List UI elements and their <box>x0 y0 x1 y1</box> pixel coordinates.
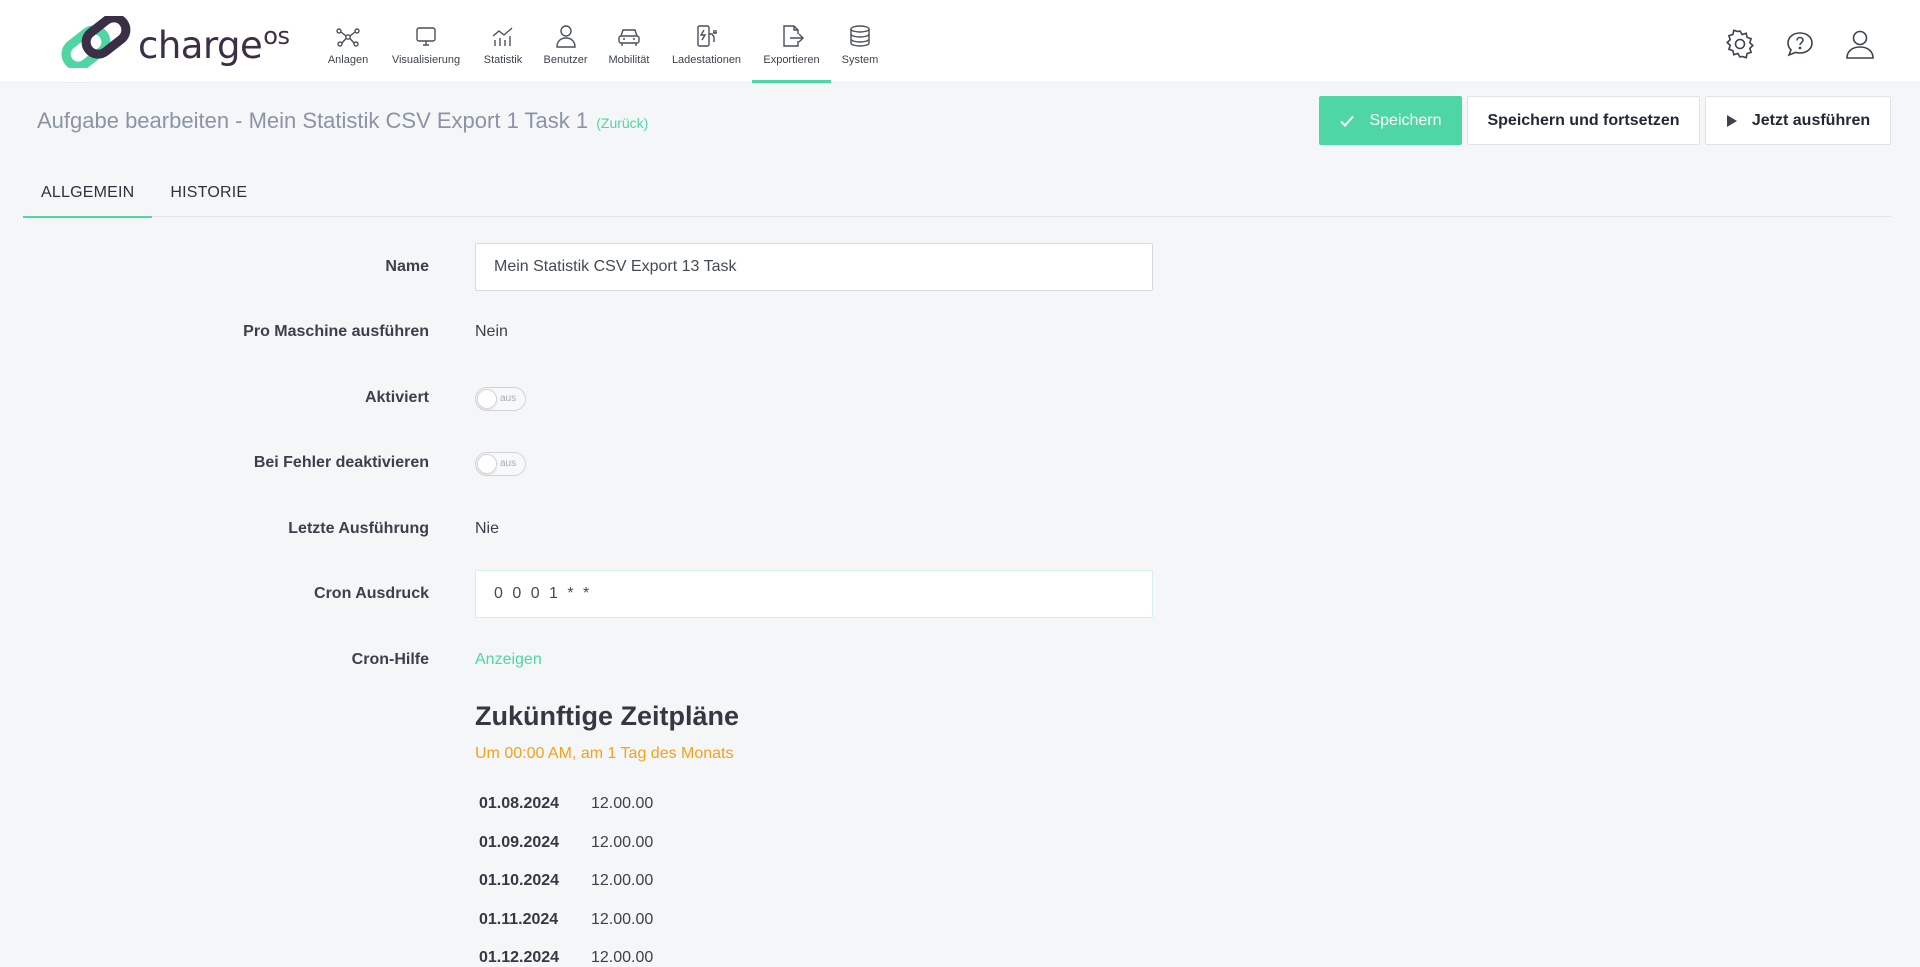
tab-label: HISTORIE <box>170 183 248 201</box>
schedule-time: 12.00.00 <box>591 910 654 928</box>
nav-label: System <box>841 54 879 66</box>
database-icon <box>850 25 870 47</box>
name-label: Name <box>385 258 429 275</box>
save-and-continue-button[interactable]: Speichern und fortsetzen <box>1467 96 1700 145</box>
nav-label: Visualisierung <box>391 54 461 66</box>
header-actions <box>1724 28 1876 60</box>
schedule-time: 12.00.00 <box>591 872 654 890</box>
settings-button[interactable] <box>1724 28 1756 60</box>
chargeos-logo[interactable]: chargeOS <box>60 16 290 68</box>
per-machine-value: Nein <box>475 323 508 340</box>
gear-icon <box>1726 29 1754 59</box>
active-label: Aktiviert <box>364 389 429 406</box>
check-icon <box>1340 115 1355 127</box>
save-and-continue-label: Speichern und fortsetzen <box>1487 111 1680 129</box>
schedule-row: 01.11.2024 12.00.00 <box>475 901 653 940</box>
chain-link-logo-icon <box>61 16 131 68</box>
schedule-time: 12.00.00 <box>591 795 654 813</box>
nav-label: Statistik <box>483 54 523 66</box>
nav-label: Exportieren <box>763 54 820 66</box>
nav-item-exportieren[interactable]: Exportieren <box>752 0 831 83</box>
cron-help-show-link[interactable]: Anzeigen <box>475 651 542 669</box>
disable-on-error-label: Bei Fehler deaktivieren <box>253 454 429 471</box>
top-navigation-bar: chargeOS Anlagen Visualisierung Statisti… <box>0 0 1920 83</box>
help-button[interactable] <box>1784 28 1816 60</box>
user-profile-button[interactable] <box>1844 28 1876 60</box>
save-button-label: Speichern <box>1369 111 1442 129</box>
run-now-button[interactable]: Jetzt ausführen <box>1705 96 1891 145</box>
network-icon <box>336 28 360 47</box>
nav-item-statistik[interactable]: Statistik <box>472 0 534 83</box>
tab-label: ALLGEMEIN <box>41 183 135 201</box>
schedule-date: 01.11.2024 <box>479 910 559 928</box>
cron-help-label: Cron-Hilfe <box>351 651 429 668</box>
name-input[interactable] <box>475 243 1153 291</box>
logo-wordmark: chargeOS <box>138 21 290 67</box>
schedule-date: 01.12.2024 <box>479 949 560 967</box>
play-icon <box>1726 114 1737 127</box>
run-now-label: Jetzt ausführen <box>1751 111 1871 129</box>
main-nav: Anlagen Visualisierung Statistik Benutze… <box>316 0 889 83</box>
last-run-label: Letzte Ausführung <box>288 520 429 537</box>
back-link[interactable]: (Zurück) <box>596 115 648 131</box>
user-icon <box>555 25 576 48</box>
toggle-state-text: aus <box>500 458 517 469</box>
nav-item-anlagen[interactable]: Anlagen <box>316 0 380 83</box>
tab-allgemein[interactable]: ALLGEMEIN <box>23 168 153 218</box>
nav-label: Mobilität <box>608 54 650 66</box>
per-machine-label: Pro Maschine ausführen <box>243 323 429 340</box>
cron-expression-label: Cron Ausdruck <box>314 585 429 602</box>
page-title: Aufgabe bearbeiten - Mein Statistik CSV … <box>37 108 648 134</box>
help-chat-icon <box>1787 32 1813 57</box>
last-run-value: Nie <box>475 520 500 537</box>
nav-item-system[interactable]: System <box>831 0 889 83</box>
nav-item-benutzer[interactable]: Benutzer <box>534 0 597 83</box>
schedule-description: Um 00:00 AM, am 1 Tag des Monats <box>475 745 734 762</box>
schedule-date: 01.09.2024 <box>479 833 560 851</box>
schedule-time: 12.00.00 <box>591 833 654 851</box>
toggle-knob <box>477 454 497 474</box>
export-icon <box>782 25 804 47</box>
active-toggle[interactable]: aus <box>475 387 526 411</box>
schedule-row: 01.12.2024 12.00.00 <box>475 939 653 967</box>
page-actions: Speichern Speichern und fortsetzen Jetzt… <box>1319 96 1891 145</box>
disable-on-error-toggle[interactable]: aus <box>475 452 526 476</box>
tab-bar: ALLGEMEIN HISTORIE <box>23 168 1891 218</box>
nav-item-visualisierung[interactable]: Visualisierung <box>380 0 472 83</box>
charging-station-icon <box>696 25 717 47</box>
nav-label: Anlagen <box>327 54 369 66</box>
schedule-date: 01.08.2024 <box>479 795 560 813</box>
monitor-icon <box>416 27 436 46</box>
schedule-list: 01.08.2024 12.00.00 01.09.2024 12.00.00 … <box>475 785 653 967</box>
user-icon <box>1846 30 1874 59</box>
nav-item-mobilitaet[interactable]: Mobilität <box>597 0 661 83</box>
page-title-text: Aufgabe bearbeiten - Mein Statistik CSV … <box>37 108 589 133</box>
chart-icon <box>492 27 513 46</box>
nav-item-ladestationen[interactable]: Ladestationen <box>661 0 752 83</box>
schedule-date: 01.10.2024 <box>479 872 560 890</box>
nav-label: Benutzer <box>543 54 588 66</box>
cron-expression-input[interactable] <box>475 570 1153 618</box>
future-schedules-title: Zukünftige Zeitpläne <box>475 701 740 731</box>
schedule-row: 01.09.2024 12.00.00 <box>475 824 653 863</box>
car-icon <box>618 29 640 46</box>
toggle-state-text: aus <box>500 393 517 404</box>
schedule-time: 12.00.00 <box>591 949 654 967</box>
schedule-row: 01.08.2024 12.00.00 <box>475 785 653 824</box>
schedule-row: 01.10.2024 12.00.00 <box>475 862 653 901</box>
save-button[interactable]: Speichern <box>1319 96 1462 145</box>
tab-historie[interactable]: HISTORIE <box>152 168 265 217</box>
nav-label: Ladestationen <box>671 54 742 66</box>
toggle-knob <box>477 389 497 409</box>
